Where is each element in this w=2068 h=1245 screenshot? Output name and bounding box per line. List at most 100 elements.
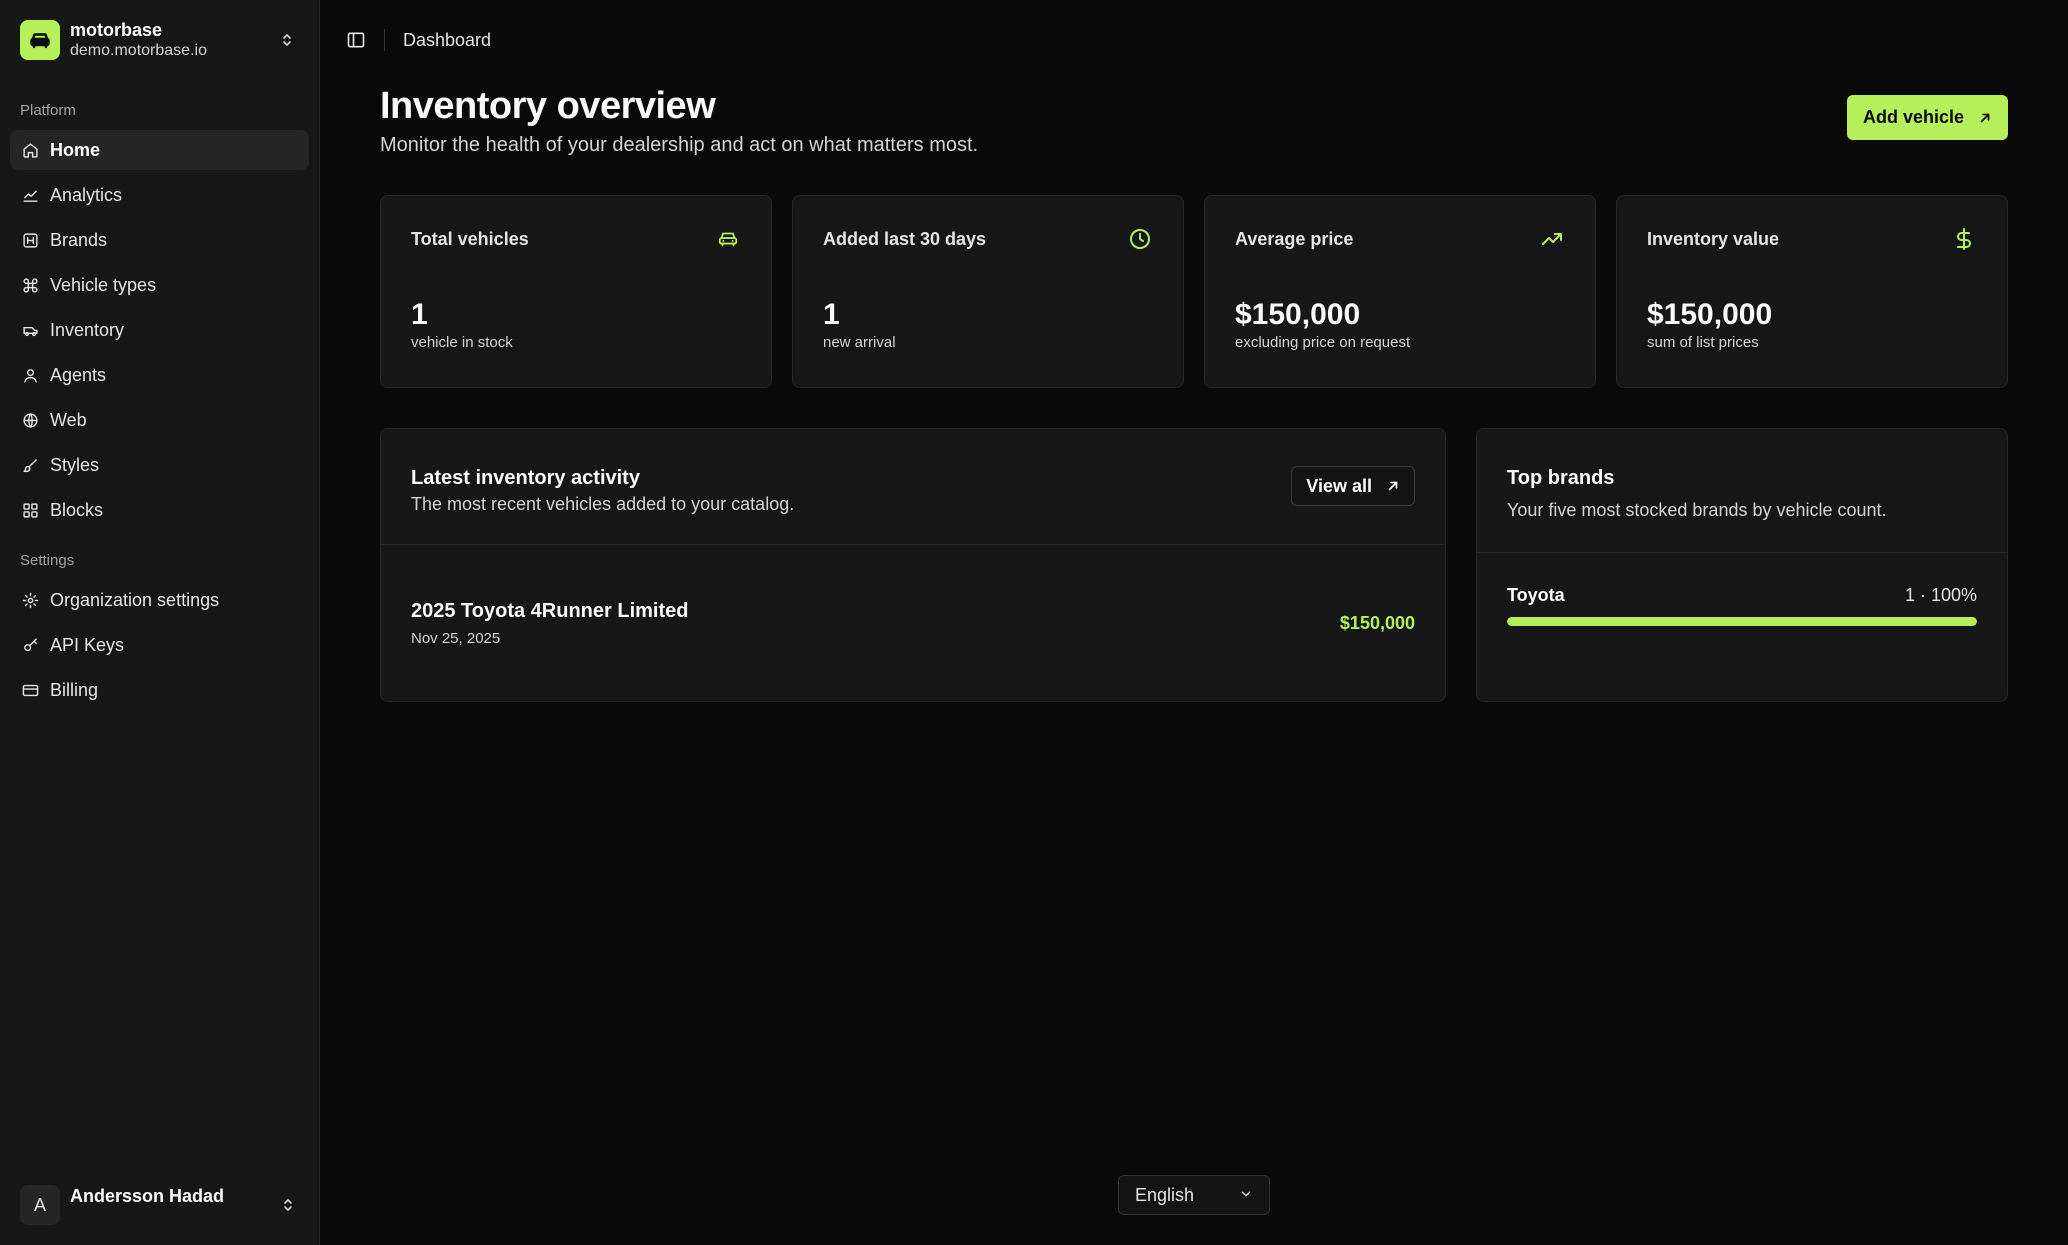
nav-group-platform: Platform [20, 102, 76, 119]
credit-card-icon [20, 680, 40, 700]
sidebar-item-agents[interactable]: Agents [10, 355, 309, 395]
car-icon [715, 226, 741, 252]
sidebar-item-label: Styles [50, 454, 100, 475]
brand-stat: 1 · 100% [1904, 584, 1977, 605]
sidebar-item-label: Web [50, 409, 87, 430]
sidebar-item-label: Billing [50, 679, 99, 700]
view-all-button[interactable]: View all [1291, 466, 1415, 506]
stat-caption: sum of list prices [1647, 334, 1759, 351]
truck-icon [20, 320, 40, 340]
sidebar-item-brands[interactable]: Brands [10, 220, 309, 260]
stat-title: Average price [1235, 228, 1354, 249]
arrow-up-right-icon [1386, 479, 1400, 493]
stat-card-total-vehicles: Total vehicles 1 vehicle in stock [380, 195, 772, 388]
topbar: Dashboard [320, 0, 2068, 80]
panel-title: Latest inventory activity [411, 467, 640, 489]
latest-activity-panel: Latest inventory activity The most recen… [380, 428, 1446, 702]
brand-progress-bar [1507, 617, 1977, 626]
stat-caption: new arrival [823, 334, 896, 351]
panel-subtitle: The most recent vehicles added to your c… [411, 494, 795, 514]
vehicle-date: Nov 25, 2025 [411, 629, 501, 647]
sidebar-item-label: Organization settings [50, 589, 220, 610]
stat-title: Inventory value [1647, 228, 1780, 249]
sidebar-item-billing[interactable]: Billing [10, 670, 309, 710]
avatar: A [20, 1185, 60, 1225]
stats-row: Total vehicles 1 vehicle in stock Added … [380, 195, 2008, 388]
stat-title: Added last 30 days [823, 228, 987, 249]
sidebar-item-label: Home [50, 139, 101, 160]
stat-card-average-price: Average price $150,000 excluding price o… [1204, 195, 1596, 388]
brand-progress-fill [1507, 617, 1977, 626]
chevrons-up-down-icon[interactable] [275, 28, 299, 52]
sidebar-item-label: Vehicle types [50, 274, 157, 295]
sidebar-item-web[interactable]: Web [10, 400, 309, 440]
arrow-up-right-icon [1978, 111, 1992, 125]
nav-group-settings: Settings [20, 552, 75, 569]
org-logo [20, 20, 60, 60]
stat-value: 1 [411, 298, 428, 331]
language-label: English [1135, 1184, 1195, 1205]
sidebar-toggle-icon[interactable] [342, 26, 370, 54]
globe-icon [20, 410, 40, 430]
sidebar: motorbase demo.motorbase.io Platform Hom… [0, 0, 320, 1245]
chevrons-up-down-icon[interactable] [276, 1193, 300, 1217]
sidebar-item-styles[interactable]: Styles [10, 445, 309, 485]
sidebar-item-api-keys[interactable]: API Keys [10, 625, 309, 665]
platform-nav: Home Analytics Brands Vehicle types Inve… [0, 121, 319, 530]
sidebar-item-label: Blocks [50, 499, 104, 520]
user-menu[interactable]: A Andersson Hadad [0, 1165, 320, 1245]
brand-name: Toyota [1507, 584, 1565, 605]
sidebar-item-analytics[interactable]: Analytics [10, 175, 309, 215]
key-icon [20, 635, 40, 655]
sidebar-item-organization-settings[interactable]: Organization settings [10, 580, 309, 620]
org-switcher[interactable]: motorbase demo.motorbase.io [0, 0, 319, 80]
main: Dashboard Inventory overview Monitor the… [320, 0, 2068, 1245]
car-logo-icon [30, 33, 50, 49]
brand-row: Toyota 1 · 100% [1477, 553, 2007, 626]
stat-card-inventory-value: Inventory value $150,000 sum of list pri… [1616, 195, 2008, 388]
stat-value: $150,000 [1647, 298, 1773, 331]
language-select[interactable]: English [1118, 1175, 1270, 1215]
panel-subtitle: Your five most stocked brands by vehicle… [1507, 500, 1887, 520]
panel-title: Top brands [1507, 467, 1615, 489]
vehicle-name: 2025 Toyota 4Runner Limited [411, 599, 689, 622]
panels-row: Latest inventory activity The most recen… [380, 428, 2008, 702]
divider [384, 29, 385, 51]
blocks-icon [20, 500, 40, 520]
user-name: Andersson Hadad [70, 1185, 225, 1206]
user-icon [20, 365, 40, 385]
org-name: motorbase [70, 20, 163, 40]
breadcrumb: Dashboard [403, 29, 492, 50]
sidebar-item-vehicle-types[interactable]: Vehicle types [10, 265, 309, 305]
top-brands-panel: Top brands Your five most stocked brands… [1476, 428, 2008, 702]
list-item[interactable]: 2025 Toyota 4Runner Limited Nov 25, 2025… [381, 545, 1445, 701]
sidebar-item-label: API Keys [50, 634, 125, 655]
dollar-icon [1951, 226, 1977, 252]
sidebar-item-home[interactable]: Home [10, 130, 309, 170]
sidebar-item-blocks[interactable]: Blocks [10, 490, 309, 530]
add-vehicle-label: Add vehicle [1862, 107, 1964, 127]
page-title: Inventory overview [380, 85, 716, 127]
trending-up-icon [1539, 226, 1565, 252]
brush-icon [20, 455, 40, 475]
page-header: Inventory overview Monitor the health of… [380, 80, 2008, 195]
stat-card-added-last-30-days: Added last 30 days 1 new arrival [792, 195, 1184, 388]
chevron-down-icon [1239, 1185, 1253, 1206]
brand-icon [20, 230, 40, 250]
view-all-label: View all [1306, 475, 1372, 496]
settings-nav: Organization settings API Keys Billing [0, 571, 319, 710]
sidebar-item-label: Analytics [50, 184, 123, 205]
org-url: demo.motorbase.io [70, 42, 207, 59]
vehicle-price: $150,000 [1339, 612, 1415, 633]
sidebar-item-label: Inventory [50, 319, 125, 340]
add-vehicle-button[interactable]: Add vehicle [1846, 95, 2008, 140]
stat-caption: excluding price on request [1235, 334, 1411, 351]
chart-line-icon [20, 185, 40, 205]
stat-value: 1 [823, 298, 840, 331]
gear-icon [20, 590, 40, 610]
stat-value: $150,000 [1235, 298, 1361, 331]
sidebar-item-label: Agents [50, 364, 107, 385]
sidebar-item-label: Brands [50, 229, 108, 250]
sidebar-item-inventory[interactable]: Inventory [10, 310, 309, 350]
page-subtitle: Monitor the health of your dealership an… [380, 134, 979, 156]
